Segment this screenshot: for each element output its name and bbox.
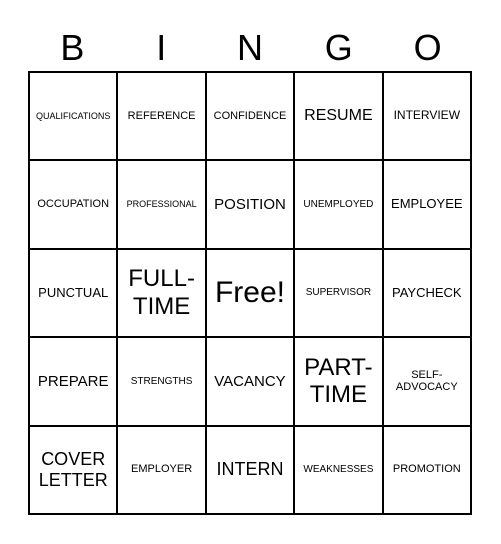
cell-text: UNEMPLOYED: [303, 198, 374, 210]
bingo-cell[interactable]: COVER LETTER: [29, 425, 118, 514]
bingo-cell[interactable]: RESUME: [294, 72, 383, 161]
bingo-cell[interactable]: EMPLOYER: [117, 425, 206, 514]
bingo-cell[interactable]: OCCUPATION: [29, 160, 118, 249]
bingo-cell[interactable]: QUALIFICATIONS: [29, 72, 118, 161]
bingo-cell[interactable]: UNEMPLOYED: [294, 160, 383, 249]
bingo-cell[interactable]: SUPERVISOR: [294, 248, 383, 338]
cell-text: INTERN: [216, 459, 284, 480]
bingo-cell[interactable]: PART-TIME: [294, 337, 383, 426]
cell-text: VACANCY: [214, 372, 286, 390]
cell-text: EMPLOYEE: [391, 196, 463, 212]
bingo-cell[interactable]: SELF-ADVOCACY: [382, 337, 471, 426]
cell-text: COVER LETTER: [38, 449, 108, 490]
bingo-cell[interactable]: PROFESSIONAL: [117, 160, 206, 249]
cell-text: SELF-ADVOCACY: [395, 368, 458, 394]
bingo-cell[interactable]: INTERVIEW: [382, 72, 471, 161]
header-letter-b: B: [60, 27, 85, 68]
cell-text: PREPARE: [37, 372, 109, 390]
header-letter-g: G: [324, 27, 353, 68]
bingo-cell[interactable]: FULL-TIME: [117, 248, 206, 338]
cell-text: PUNCTUAL: [38, 284, 109, 300]
bingo-cell[interactable]: PROMOTION: [382, 425, 471, 514]
bingo-cell[interactable]: WEAKNESSES: [294, 425, 383, 514]
cell-text: CONFIDENCE: [213, 109, 287, 122]
bingo-cell[interactable]: PREPARE: [29, 337, 118, 426]
cell-text: SUPERVISOR: [305, 287, 372, 299]
free-space-text: Free!: [214, 275, 285, 309]
header-letter-n: N: [236, 27, 263, 68]
cell-text: STRENGTHS: [130, 375, 193, 387]
bingo-cell[interactable]: STRENGTHS: [117, 337, 206, 426]
free-space-cell[interactable]: Free!: [205, 248, 295, 338]
cell-text: PROFESSIONAL: [126, 199, 197, 210]
cell-text: POSITION: [214, 195, 286, 213]
cell-text: PART-TIME: [304, 353, 373, 409]
header-letter-i: I: [156, 27, 167, 68]
bingo-cell[interactable]: VACANCY: [205, 337, 295, 426]
cell-text: EMPLOYER: [131, 463, 193, 476]
bingo-header: B I N G O: [28, 26, 472, 70]
cell-text: INTERVIEW: [393, 108, 461, 123]
cell-text: QUALIFICATIONS: [36, 111, 111, 122]
bingo-cell[interactable]: PUNCTUAL: [29, 248, 118, 338]
cell-text: PROMOTION: [392, 463, 461, 476]
bingo-cell[interactable]: PAYCHECK: [382, 248, 471, 338]
bingo-cell[interactable]: REFERENCE: [117, 72, 206, 161]
cell-text: REFERENCE: [127, 109, 196, 122]
cell-text: WEAKNESSES: [303, 464, 374, 476]
bingo-cell[interactable]: POSITION: [205, 160, 295, 249]
header-letter-o: O: [413, 27, 442, 68]
cell-text: OCCUPATION: [37, 198, 110, 211]
bingo-cell[interactable]: INTERN: [205, 425, 295, 514]
bingo-cell[interactable]: EMPLOYEE: [382, 160, 471, 249]
cell-text: FULL-TIME: [128, 265, 195, 320]
cell-text: PAYCHECK: [392, 284, 462, 300]
bingo-grid: QUALIFICATIONS REFERENCE CONFIDENCE RESU…: [28, 71, 472, 515]
cell-text: RESUME: [304, 107, 373, 124]
bingo-cell[interactable]: CONFIDENCE: [205, 72, 295, 161]
